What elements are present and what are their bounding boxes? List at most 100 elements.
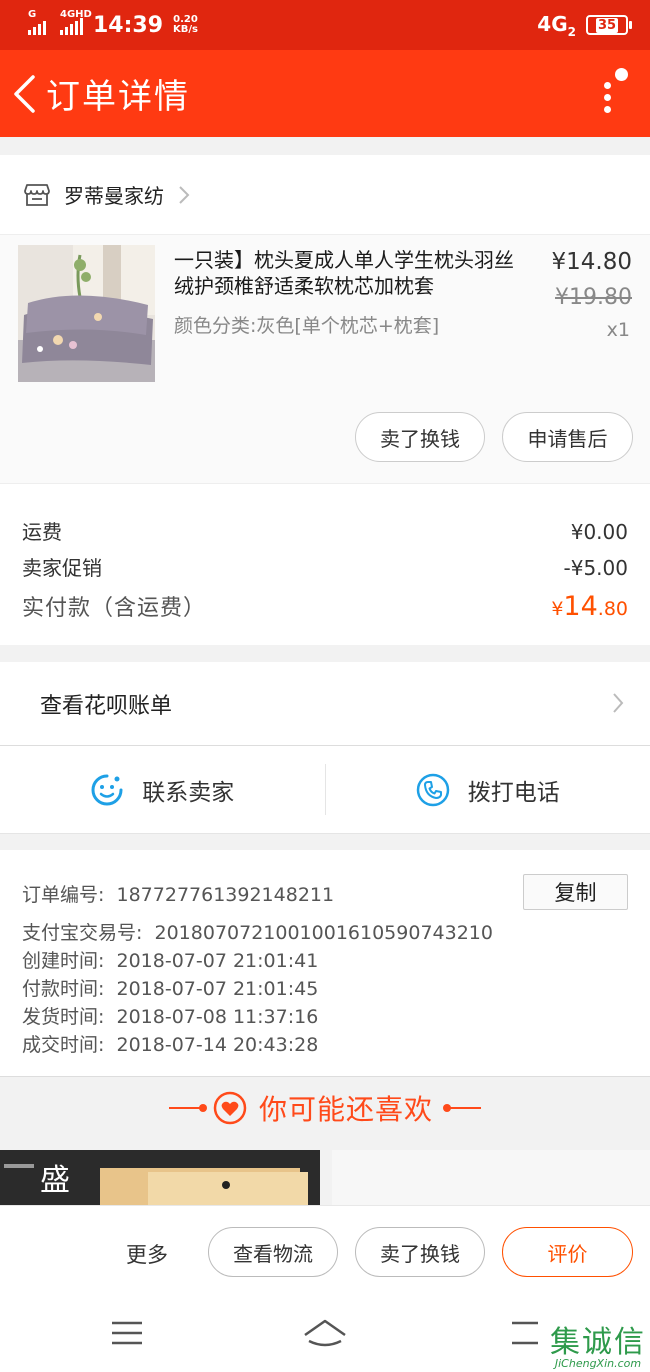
more-vertical-icon <box>604 82 611 89</box>
signal-strength-icon: G <box>28 9 46 35</box>
watermark-url: JiChengXin.com <box>554 1357 642 1370</box>
recommend-item-image[interactable] <box>332 1150 650 1210</box>
paid-time-row: 付款时间: 2018-07-07 21:01:45 <box>22 974 318 1001</box>
total-integer: 14 <box>563 591 598 622</box>
contact-bar: 联系卖家 拨打电话 <box>0 746 650 834</box>
network-sim: 2 <box>567 24 576 39</box>
view-logistics-button[interactable]: 查看物流 <box>208 1227 338 1277</box>
system-nav-bar: 集诚信 JiChengXin.com <box>0 1297 650 1372</box>
signal-strength-4g-icon: 4GHD <box>60 9 92 35</box>
chevron-right-icon <box>179 185 190 204</box>
speed-unit: KB/s <box>173 24 199 35</box>
chevron-left-icon <box>14 74 35 113</box>
chevron-right-icon <box>613 693 624 713</box>
order-info: 订单编号: 187727761392148211 复制 支付宝交易号: 2018… <box>0 850 650 1076</box>
copy-button[interactable]: 复制 <box>523 874 628 910</box>
alipay-trade-number: 2018070721001001610590743210 <box>154 922 493 944</box>
created-time-row: 创建时间: 2018-07-07 21:01:41 <box>22 946 318 973</box>
recommend-title: 你可能还喜欢 <box>258 1092 433 1126</box>
divider <box>443 1103 481 1112</box>
product-title[interactable]: 一只装】枕头夏成人单人学生枕头羽丝绒护颈椎舒适柔软枕芯加枕套 <box>174 247 526 299</box>
divider <box>168 1103 207 1112</box>
battery-level: 35 <box>595 17 619 33</box>
shop-header[interactable]: 罗蒂曼家纺 <box>0 155 650 235</box>
product-price: ¥14.80 <box>551 249 632 275</box>
info-key: 订单编号: <box>22 884 105 906</box>
more-actions-button[interactable]: 更多 <box>126 1239 168 1269</box>
sell-for-cash-button[interactable]: 卖了换钱 <box>355 1227 485 1277</box>
huabei-label: 查看花呗账单 <box>40 693 173 719</box>
total-decimal: .80 <box>597 598 628 620</box>
product-sku: 颜色分类:灰色[单个枕芯+枕套] <box>174 315 440 337</box>
review-button[interactable]: 评价 <box>502 1227 633 1277</box>
created-time: 2018-07-07 21:01:41 <box>116 950 319 972</box>
pillow-image <box>18 245 155 382</box>
watermark-main: 集诚信 <box>550 1325 646 1360</box>
page-title: 订单详情 <box>46 77 190 117</box>
info-key: 发货时间: <box>22 1006 105 1028</box>
nav-bar: 订单详情 <box>0 50 650 137</box>
total-label: 实付款（含运费） <box>22 596 207 621</box>
shipped-time: 2018-07-08 11:37:16 <box>116 1006 319 1028</box>
signal-label: 4GHD <box>60 9 92 20</box>
shipped-time-row: 发货时间: 2018-07-08 11:37:16 <box>22 1002 318 1029</box>
apply-aftersale-button[interactable]: 申请售后 <box>502 412 633 462</box>
total-row: 实付款（含运费） ¥14.80 <box>22 590 628 622</box>
completed-time-row: 成交时间: 2018-07-14 20:43:28 <box>22 1030 318 1057</box>
more-menu-button[interactable] <box>598 68 628 118</box>
store-icon <box>24 183 50 206</box>
paid-time: 2018-07-07 21:01:45 <box>116 978 319 1000</box>
home-icon[interactable] <box>302 1317 348 1349</box>
info-key: 创建时间: <box>22 950 105 972</box>
product-item: 一只装】枕头夏成人单人学生枕头羽丝绒护颈椎舒适柔软枕芯加枕套 颜色分类:灰色[单… <box>0 235 650 483</box>
shop-name: 罗蒂曼家纺 <box>64 184 164 208</box>
promo-label: 卖家促销 <box>22 556 102 580</box>
rec-brand-text: 盛 <box>40 1163 70 1198</box>
total-currency: ¥ <box>551 598 564 620</box>
info-key: 成交时间: <box>22 1034 105 1056</box>
shipping-value: ¥0.00 <box>570 520 628 544</box>
back-nav-icon[interactable] <box>508 1319 542 1347</box>
contact-seller-label: 联系卖家 <box>142 779 235 806</box>
network-speed: 0.20 KB/s <box>173 15 198 35</box>
huabei-bill-row[interactable]: 查看花呗账单 <box>0 662 650 746</box>
phone-icon <box>416 773 449 806</box>
notification-dot <box>615 68 628 81</box>
recommend-header: 你可能还喜欢 <box>0 1076 650 1138</box>
back-button[interactable] <box>2 50 46 137</box>
completed-time: 2018-07-14 20:43:28 <box>116 1034 319 1056</box>
product-image: 盛 <box>0 1150 320 1210</box>
product-thumbnail[interactable] <box>18 245 155 382</box>
call-phone-label: 拨打电话 <box>467 779 560 806</box>
recommend-item-image[interactable]: 盛 <box>0 1150 320 1210</box>
network-label: 4G <box>537 11 568 36</box>
status-bar: G 4GHD 14:39 0.20 KB/s 4G2 35 <box>0 0 650 50</box>
promo-value: -¥5.00 <box>563 556 628 580</box>
status-left: G 4GHD 14:39 0.20 KB/s <box>28 9 198 38</box>
heart-icon <box>213 1091 247 1124</box>
call-phone-button[interactable]: 拨打电话 <box>326 746 650 833</box>
shipping-row: 运费 ¥0.00 <box>22 516 628 545</box>
sell-for-cash-button[interactable]: 卖了换钱 <box>355 412 485 462</box>
status-right: 4G2 35 <box>537 12 632 39</box>
chat-smile-icon <box>91 774 123 805</box>
order-number-row: 订单编号: 187727761392148211 <box>22 880 334 907</box>
product-original-price: ¥19.80 <box>555 285 632 310</box>
battery-icon: 35 <box>586 15 632 35</box>
info-key: 支付宝交易号: <box>22 922 143 944</box>
promo-row: 卖家促销 -¥5.00 <box>22 552 628 581</box>
cost-summary: 运费 ¥0.00 卖家促销 -¥5.00 实付款（含运费） ¥14.80 <box>0 483 650 645</box>
network-type: 4G2 <box>537 12 576 39</box>
order-number: 187727761392148211 <box>116 884 335 906</box>
watermark-logo: 集诚信 JiChengXin.com <box>550 1317 646 1370</box>
total-value: ¥14.80 <box>551 591 628 622</box>
menu-icon[interactable] <box>110 1319 144 1347</box>
contact-seller-button[interactable]: 联系卖家 <box>0 746 325 833</box>
alipay-trade-row: 支付宝交易号: 2018070721001001610590743210 <box>22 918 493 945</box>
shipping-label: 运费 <box>22 520 62 544</box>
info-key: 付款时间: <box>22 978 105 1000</box>
order-action-bar: 更多 查看物流 卖了换钱 评价 <box>0 1205 650 1297</box>
product-quantity: x1 <box>606 319 630 341</box>
clock: 14:39 <box>93 12 164 38</box>
signal-label: G <box>28 9 37 20</box>
